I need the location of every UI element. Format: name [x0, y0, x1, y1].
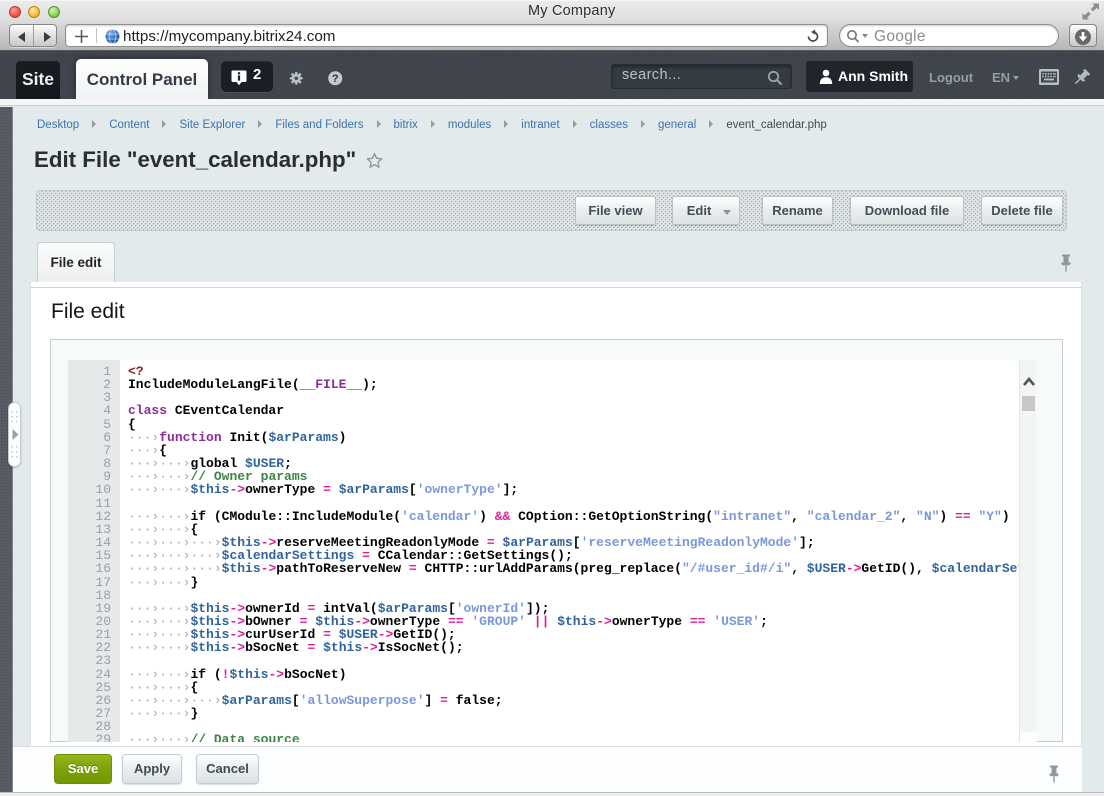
- svg-text:?: ?: [332, 73, 339, 85]
